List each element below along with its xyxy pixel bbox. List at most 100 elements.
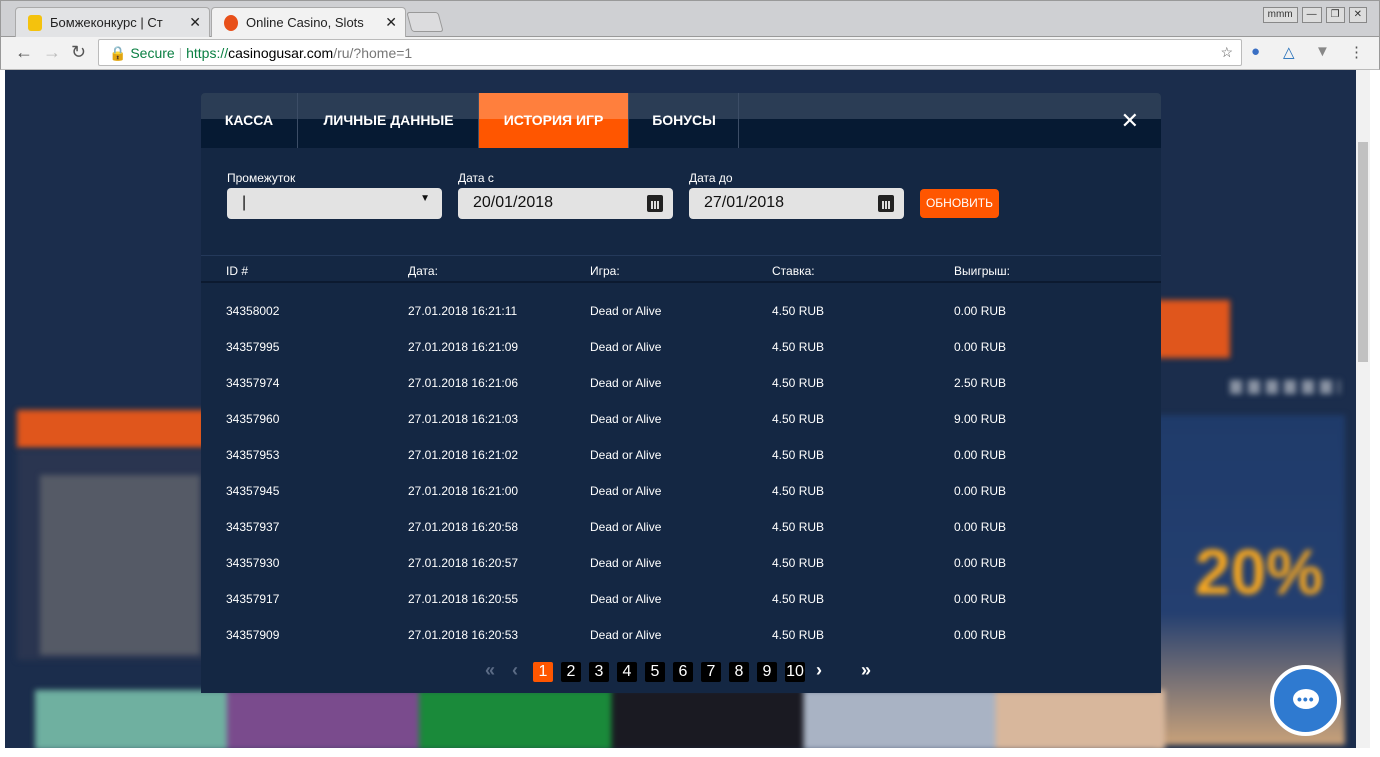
row-game: Dead or Alive bbox=[590, 412, 662, 426]
column-win: Выигрыш: bbox=[954, 264, 1010, 278]
tab-game-history[interactable]: ИСТОРИЯ ИГР bbox=[479, 93, 629, 148]
menu-icon[interactable]: ⋮ bbox=[1349, 43, 1364, 61]
page-10-button[interactable]: 10 bbox=[785, 662, 805, 682]
prev-page-icon[interactable]: ‹ bbox=[512, 660, 518, 681]
new-tab-button[interactable] bbox=[406, 12, 444, 32]
bg-game-thumbnails bbox=[35, 690, 1165, 748]
reload-icon[interactable]: ↻ bbox=[71, 42, 86, 63]
row-id: 34357960 bbox=[226, 412, 280, 426]
calendar-icon[interactable] bbox=[878, 195, 894, 212]
row-date: 27.01.2018 16:20:58 bbox=[408, 520, 519, 534]
page-6-button[interactable]: 6 bbox=[673, 662, 693, 682]
row-bet: 4.50 RUB bbox=[772, 628, 825, 642]
back-icon[interactable]: ← bbox=[15, 42, 33, 63]
page-9-button[interactable]: 9 bbox=[757, 662, 777, 682]
row-date: 27.01.2018 16:20:55 bbox=[408, 592, 519, 606]
row-bet: 4.50 RUB bbox=[772, 340, 825, 354]
row-id: 34357953 bbox=[226, 448, 280, 462]
last-page-icon[interactable]: » bbox=[861, 660, 871, 681]
close-icon[interactable]: ✕ bbox=[1121, 108, 1139, 134]
forward-icon[interactable]: → bbox=[43, 42, 61, 63]
row-game: Dead or Alive bbox=[590, 484, 662, 498]
row-id: 34357909 bbox=[226, 628, 280, 642]
secure-label: Secure bbox=[130, 45, 175, 61]
column-date: Дата: bbox=[408, 264, 438, 278]
date-to-label: Дата до bbox=[689, 171, 733, 185]
bg-tab bbox=[17, 410, 207, 448]
row-date: 27.01.2018 16:20:57 bbox=[408, 556, 519, 570]
period-select[interactable]: | ▼ bbox=[227, 188, 442, 219]
date-to-value: 27/01/2018 bbox=[704, 194, 785, 211]
row-win: 0.00 RUB bbox=[954, 484, 1007, 498]
browser-tab-active[interactable]: Online Casino, Slots ✕ bbox=[211, 7, 406, 38]
row-bet: 4.50 RUB bbox=[772, 448, 825, 462]
favicon-icon bbox=[28, 15, 42, 31]
extension-triangle-icon[interactable]: △ bbox=[1283, 43, 1295, 61]
page-7-button[interactable]: 7 bbox=[701, 662, 721, 682]
extension-v-icon[interactable]: ▼ bbox=[1315, 43, 1330, 60]
bg-slider-dots bbox=[1230, 380, 1340, 394]
table-row: 34357930 27.01.2018 16:20:57 Dead or Alive… bbox=[201, 545, 1161, 581]
calendar-icon[interactable] bbox=[647, 195, 663, 212]
row-game: Dead or Alive bbox=[590, 340, 662, 354]
address-bar[interactable]: 🔒 Secure | https://casinogusar.com/ru/?h… bbox=[98, 39, 1242, 66]
row-game: Dead or Alive bbox=[590, 304, 662, 318]
row-date: 27.01.2018 16:21:11 bbox=[408, 304, 518, 318]
close-window-icon[interactable]: ✕ bbox=[1348, 7, 1367, 23]
row-bet: 4.50 RUB bbox=[772, 484, 825, 498]
extension-globe-icon[interactable]: ● bbox=[1251, 43, 1260, 60]
row-win: 0.00 RUB bbox=[954, 628, 1007, 642]
tab-personal-data[interactable]: ЛИЧНЫЕ ДАННЫЕ bbox=[299, 93, 479, 148]
row-date: 27.01.2018 16:21:00 bbox=[408, 484, 519, 498]
bookmark-star-icon[interactable]: ☆ bbox=[1220, 44, 1233, 61]
bg-promo-percent: 20% bbox=[1195, 536, 1324, 608]
page-1-button[interactable]: 1 bbox=[533, 662, 553, 682]
row-date: 27.01.2018 16:21:06 bbox=[408, 376, 519, 390]
row-bet: 4.50 RUB bbox=[772, 592, 825, 606]
profile-button[interactable]: mmm bbox=[1262, 7, 1298, 23]
chat-button[interactable]: ••• bbox=[1270, 665, 1341, 736]
tab-bonuses[interactable]: БОНУСЫ bbox=[630, 93, 739, 148]
table-row: 34357953 27.01.2018 16:21:02 Dead or Alive… bbox=[201, 437, 1161, 473]
date-to-input[interactable]: 27/01/2018 bbox=[689, 188, 904, 219]
row-bet: 4.50 RUB bbox=[772, 520, 825, 534]
next-page-icon[interactable]: › bbox=[816, 660, 822, 681]
maximize-icon[interactable]: ❐ bbox=[1325, 7, 1345, 23]
page-4-button[interactable]: 4 bbox=[617, 662, 637, 682]
table-row: 34357917 27.01.2018 16:20:55 Dead or Alive… bbox=[201, 581, 1161, 617]
table-row: 34357909 27.01.2018 16:20:53 Dead or Alive… bbox=[201, 617, 1161, 653]
row-id: 34357995 bbox=[226, 340, 280, 354]
page-5-button[interactable]: 5 bbox=[645, 662, 665, 682]
table-row: 34358002 27.01.2018 16:21:11 Dead or Alive… bbox=[201, 293, 1161, 329]
refresh-button[interactable]: ОБНОВИТЬ bbox=[920, 189, 999, 218]
table-row: 34357995 27.01.2018 16:21:09 Dead or Alive… bbox=[201, 329, 1161, 365]
browser-tab-bar: Бомжеконкурс | Ст ✕ Online Casino, Slots… bbox=[0, 0, 1380, 38]
date-from-label: Дата с bbox=[458, 171, 494, 185]
row-win: 0.00 RUB bbox=[954, 304, 1007, 318]
scrollbar-thumb[interactable] bbox=[1358, 142, 1368, 362]
page-8-button[interactable]: 8 bbox=[729, 662, 749, 682]
row-id: 34357917 bbox=[226, 592, 280, 606]
minimize-icon[interactable]: — bbox=[1301, 7, 1322, 23]
row-game: Dead or Alive bbox=[590, 628, 662, 642]
row-game: Dead or Alive bbox=[590, 376, 662, 390]
first-page-icon[interactable]: « bbox=[485, 660, 495, 681]
tab-title: Online Casino, Slots bbox=[246, 15, 364, 30]
url-path: /ru/?home=1 bbox=[333, 45, 413, 61]
page-2-button[interactable]: 2 bbox=[561, 662, 581, 682]
table-row: 34357945 27.01.2018 16:21:00 Dead or Alive… bbox=[201, 473, 1161, 509]
table-row: 34357937 27.01.2018 16:20:58 Dead or Alive… bbox=[201, 509, 1161, 545]
close-tab-icon[interactable]: ✕ bbox=[385, 14, 397, 31]
table-header: ID # Дата: Игра: Ставка: Выигрыш: bbox=[201, 255, 1161, 283]
page-scrollbar[interactable] bbox=[1356, 70, 1370, 748]
browser-tab[interactable]: Бомжеконкурс | Ст ✕ bbox=[15, 7, 210, 38]
date-from-input[interactable]: 20/01/2018 bbox=[458, 188, 673, 219]
bg-image bbox=[40, 475, 200, 655]
row-id: 34357945 bbox=[226, 484, 280, 498]
close-tab-icon[interactable]: ✕ bbox=[189, 14, 201, 31]
page-3-button[interactable]: 3 bbox=[589, 662, 609, 682]
tab-kassa[interactable]: КАССА bbox=[201, 93, 298, 148]
row-id: 34357937 bbox=[226, 520, 280, 534]
favicon-icon bbox=[224, 15, 238, 31]
pagination: « ‹ 1 2 3 4 5 6 7 8 9 10 › » bbox=[201, 660, 1161, 684]
